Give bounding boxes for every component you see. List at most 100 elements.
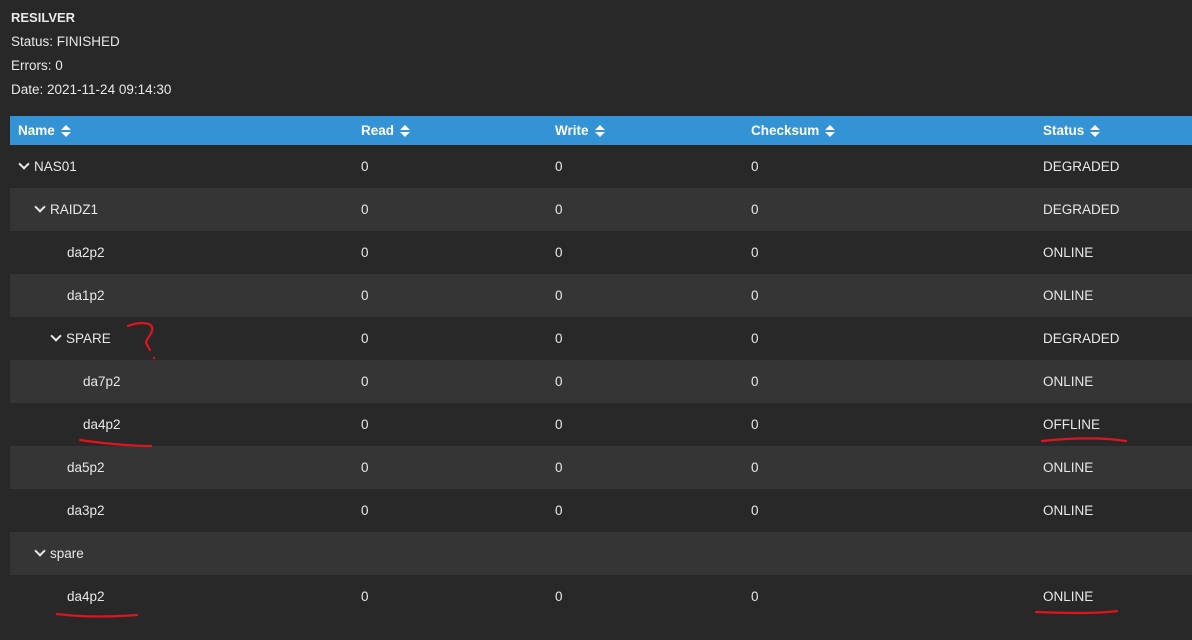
table-header: Name Read Write Checksum Status — [10, 116, 1192, 145]
write-cell: 0 — [555, 374, 563, 389]
read-cell: 0 — [361, 374, 369, 389]
read-cell: 0 — [361, 202, 369, 217]
read-cell: 0 — [361, 417, 369, 432]
column-header-checksum[interactable]: Checksum — [751, 116, 836, 145]
column-header-label: Name — [18, 123, 55, 138]
status-cell: ONLINE — [1043, 589, 1094, 604]
write-cell: 0 — [555, 202, 563, 217]
checksum-cell: 0 — [751, 288, 759, 303]
column-header-label: Read — [361, 123, 395, 138]
table-row[interactable]: da5p2 0 0 0 ONLINE — [10, 446, 1192, 489]
table-row[interactable]: da3p2 0 0 0 ONLINE — [10, 489, 1192, 532]
checksum-cell: 0 — [751, 503, 759, 518]
device-name: spare — [50, 546, 84, 561]
device-name: da2p2 — [67, 245, 105, 260]
write-cell: 0 — [555, 503, 563, 518]
name-cell: NAS01 — [18, 145, 77, 188]
write-cell: 0 — [555, 245, 563, 260]
chevron-down-icon[interactable] — [50, 330, 62, 342]
table-row[interactable]: da2p2 0 0 0 ONLINE — [10, 231, 1192, 274]
column-header-write[interactable]: Write — [555, 116, 605, 145]
table-body: NAS01 0 0 0 DEGRADED RAIDZ1 0 0 0 DEGRADED da2p2 0 0… — [10, 145, 1192, 618]
name-cell: da7p2 — [83, 360, 121, 403]
table-row[interactable]: SPARE 0 0 0 DEGRADED — [10, 317, 1192, 360]
checksum-cell: 0 — [751, 417, 759, 432]
sort-icon[interactable] — [594, 124, 605, 137]
device-name: da4p2 — [67, 589, 105, 604]
table-row[interactable]: da4p2 0 0 0 OFFLINE — [10, 403, 1192, 446]
name-cell: da1p2 — [67, 274, 105, 317]
checksum-cell: 0 — [751, 331, 759, 346]
status-cell: ONLINE — [1043, 460, 1094, 475]
write-cell: 0 — [555, 331, 563, 346]
resilver-errors: Errors: 0 — [11, 58, 63, 73]
device-name: da7p2 — [83, 374, 121, 389]
resilver-date: Date: 2021-11-24 09:14:30 — [11, 82, 172, 97]
status-cell: ONLINE — [1043, 503, 1094, 518]
write-cell: 0 — [555, 460, 563, 475]
column-header-read[interactable]: Read — [361, 116, 411, 145]
device-name: da5p2 — [67, 460, 105, 475]
device-name: da1p2 — [67, 288, 105, 303]
column-header-label: Status — [1043, 123, 1085, 138]
resilver-summary: RESILVER Status: FINISHED Errors: 0 Date… — [11, 6, 171, 102]
name-cell: da2p2 — [67, 231, 105, 274]
status-cell: DEGRADED — [1043, 202, 1120, 217]
status-cell: ONLINE — [1043, 374, 1094, 389]
name-cell: spare — [34, 532, 84, 575]
read-cell: 0 — [361, 503, 369, 518]
resilver-title: RESILVER — [11, 10, 76, 25]
checksum-cell: 0 — [751, 202, 759, 217]
write-cell: 0 — [555, 589, 563, 604]
status-cell: ONLINE — [1043, 245, 1094, 260]
device-name: RAIDZ1 — [50, 202, 99, 217]
checksum-cell: 0 — [751, 245, 759, 260]
chevron-down-icon[interactable] — [18, 158, 30, 170]
column-header-status[interactable]: Status — [1043, 116, 1101, 145]
write-cell: 0 — [555, 288, 563, 303]
status-cell: OFFLINE — [1043, 417, 1101, 432]
device-name: da3p2 — [67, 503, 105, 518]
checksum-cell: 0 — [751, 460, 759, 475]
read-cell: 0 — [361, 245, 369, 260]
read-cell: 0 — [361, 460, 369, 475]
name-cell: SPARE — [50, 317, 111, 360]
status-cell: DEGRADED — [1043, 331, 1120, 346]
pool-status-page: RESILVER Status: FINISHED Errors: 0 Date… — [0, 0, 1192, 640]
table-row[interactable]: da4p2 0 0 0 ONLINE — [10, 575, 1192, 618]
write-cell: 0 — [555, 417, 563, 432]
read-cell: 0 — [361, 288, 369, 303]
column-header-name[interactable]: Name — [18, 116, 71, 145]
device-name: SPARE — [66, 331, 111, 346]
sort-icon[interactable] — [60, 124, 71, 137]
name-cell: RAIDZ1 — [34, 188, 99, 231]
pool-table: Name Read Write Checksum Status NAS01 0 0 0… — [10, 116, 1192, 618]
name-cell: da3p2 — [67, 489, 105, 532]
device-name: NAS01 — [34, 159, 77, 174]
table-row[interactable]: da1p2 0 0 0 ONLINE — [10, 274, 1192, 317]
device-name: da4p2 — [83, 417, 121, 432]
name-cell: da4p2 — [67, 575, 105, 618]
checksum-cell: 0 — [751, 374, 759, 389]
read-cell: 0 — [361, 331, 369, 346]
column-header-label: Write — [555, 123, 589, 138]
sort-icon[interactable] — [1090, 124, 1101, 137]
read-cell: 0 — [361, 159, 369, 174]
name-cell: da4p2 — [83, 403, 121, 446]
name-cell: da5p2 — [67, 446, 105, 489]
chevron-down-icon[interactable] — [34, 201, 46, 213]
resilver-status: Status: FINISHED — [11, 34, 120, 49]
status-cell: ONLINE — [1043, 288, 1094, 303]
status-cell: DEGRADED — [1043, 159, 1120, 174]
sort-icon[interactable] — [825, 124, 836, 137]
table-row[interactable]: RAIDZ1 0 0 0 DEGRADED — [10, 188, 1192, 231]
column-header-label: Checksum — [751, 123, 820, 138]
write-cell: 0 — [555, 159, 563, 174]
table-row[interactable]: spare — [10, 532, 1192, 575]
chevron-down-icon[interactable] — [34, 545, 46, 557]
table-row[interactable]: da7p2 0 0 0 ONLINE — [10, 360, 1192, 403]
sort-icon[interactable] — [400, 124, 411, 137]
checksum-cell: 0 — [751, 159, 759, 174]
read-cell: 0 — [361, 589, 369, 604]
table-row[interactable]: NAS01 0 0 0 DEGRADED — [10, 145, 1192, 188]
